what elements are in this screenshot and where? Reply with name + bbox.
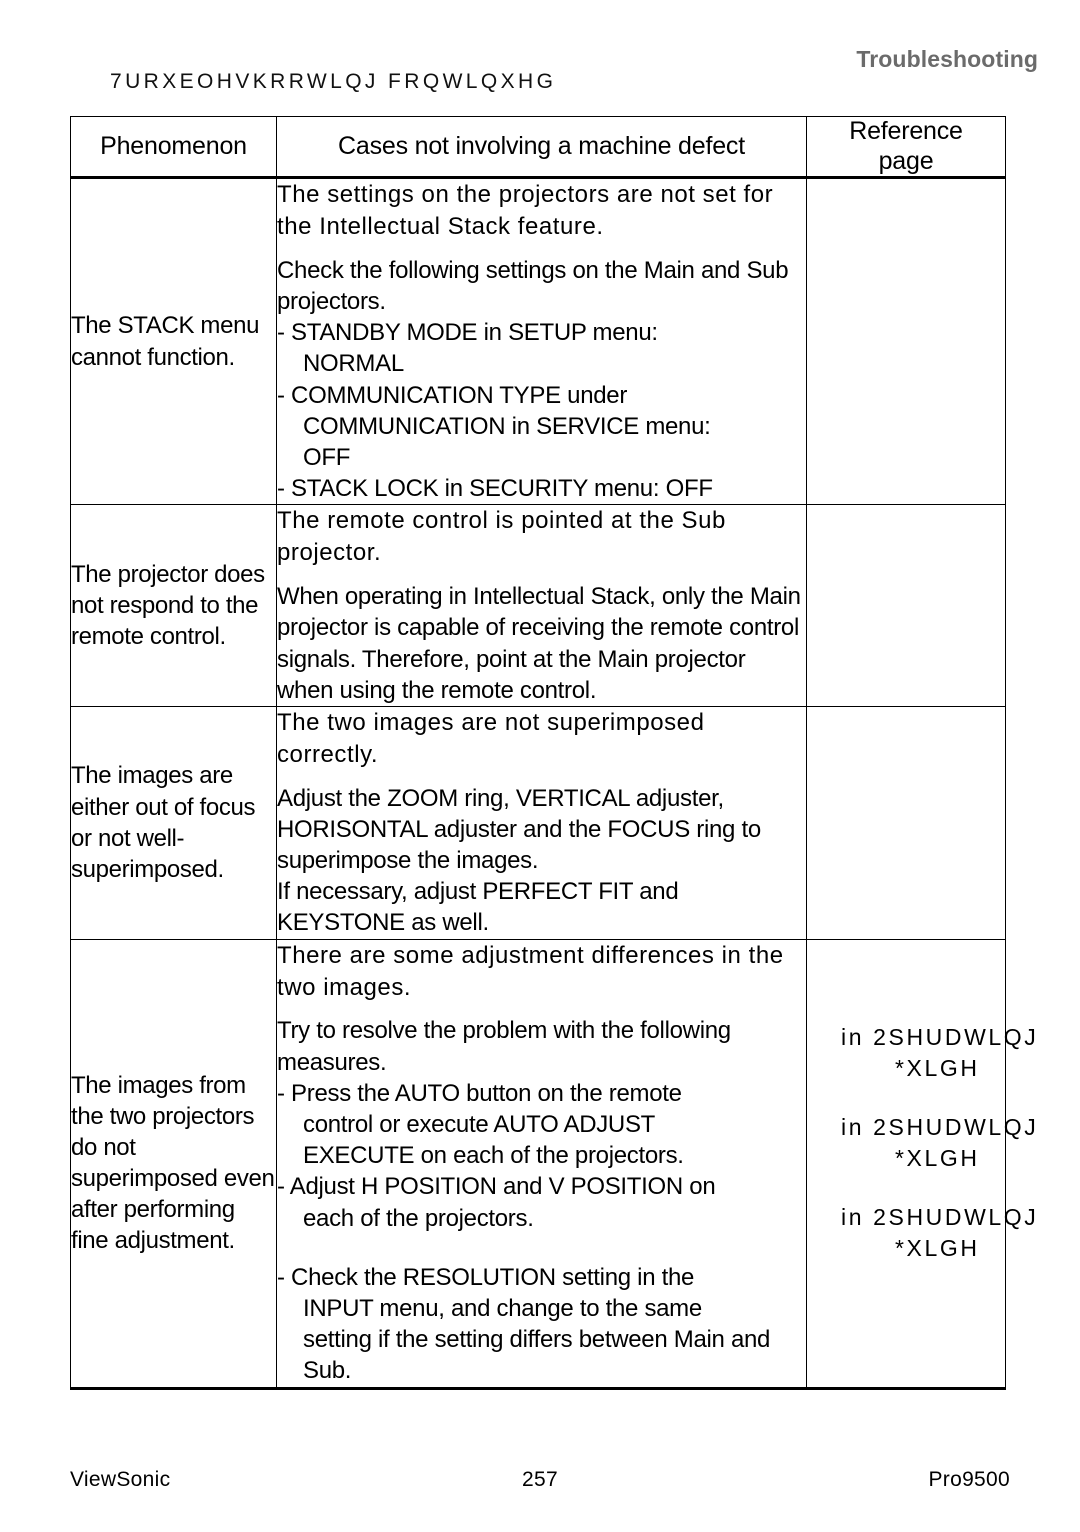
reference-code-2: *XLGH	[895, 1144, 980, 1171]
reference-page-cell	[806, 705, 1006, 940]
reference-page-entry: in 2SHUDWLQJ *XLGH	[841, 1022, 1038, 1085]
cases-lead-paragraph: The two images are not superimposed corr…	[277, 708, 705, 768]
cases-body-line: setting if the setting differs between M…	[303, 1326, 771, 1385]
table-row: The images from the two projectors do no…	[70, 938, 1036, 1390]
cases-body-line: NORMAL	[303, 350, 404, 378]
cases-body-line: - Check the RESOLUTION setting in the	[277, 1263, 695, 1291]
column-header-reference: Reference page	[806, 116, 1006, 179]
reference-prefix: in	[841, 1203, 865, 1230]
page-header-title: Troubleshooting	[856, 46, 1038, 72]
cases-body-line: - Press the AUTO button on the remote	[277, 1079, 682, 1107]
reference-prefix: in	[841, 1113, 865, 1140]
reference-page-cell: in 2SHUDWLQJ *XLGH in 2SHUDWLQJ *XLGH in…	[806, 938, 1036, 1390]
table-row: The images are either out of focus or no…	[70, 705, 1006, 940]
phenomenon-cell: The images are either out of focus or no…	[70, 705, 277, 940]
reference-prefix: in	[841, 1023, 865, 1050]
column-header-cases: Cases not involving a machine defect	[276, 116, 807, 179]
cases-body-line: - Adjust H POSITION and V POSITION on	[277, 1173, 716, 1201]
cases-body-line: EXECUTE on each of the projectors.	[303, 1142, 684, 1170]
column-header-phenomenon: Phenomenon	[70, 116, 277, 179]
phenomenon-cell: The STACK menu cannot function.	[70, 176, 277, 506]
cases-body-line: - COMMUNICATION TYPE under	[277, 381, 628, 409]
cases-body-line: COMMUNICATION in SERVICE menu:	[303, 412, 711, 440]
reference-code-2: *XLGH	[895, 1054, 980, 1081]
table-header-row: Phenomenon Cases not involving a machine…	[70, 116, 1006, 179]
cases-body-line: control or execute AUTO ADJUST	[303, 1111, 656, 1138]
table-row: The STACK menu cannot function. The sett…	[70, 176, 1006, 506]
table-row: The projector does not respond to the re…	[70, 504, 1006, 707]
phenomenon-cell: The images from the two projectors do no…	[70, 938, 277, 1390]
reference-code: 2SHUDWLQJ	[873, 1113, 1039, 1140]
reference-code-2: *XLGH	[895, 1234, 980, 1261]
troubleshooting-table: Phenomenon Cases not involving a machine…	[70, 116, 1036, 1390]
reference-code: 2SHUDWLQJ	[873, 1023, 1039, 1050]
cases-body-line: If necessary, adjust PERFECT FIT and KEY…	[277, 878, 679, 937]
cases-body-line: Try to resolve the problem with the foll…	[277, 1017, 731, 1076]
cases-body-line: each of the projectors.	[303, 1204, 534, 1232]
cases-lead-paragraph: The remote control is pointed at the Sub…	[277, 507, 726, 567]
reference-page-cell	[806, 504, 1006, 707]
phenomenon-cell: The projector does not respond to the re…	[70, 504, 277, 707]
cases-body-line: When operating in Intellectual Stack, on…	[277, 583, 801, 704]
cases-cell: The settings on the projectors are not s…	[276, 176, 807, 506]
table-header: Phenomenon Cases not involving a machine…	[70, 116, 1006, 179]
column-header-reference-line2: page	[878, 146, 934, 175]
reference-page-entry: in 2SHUDWLQJ *XLGH	[841, 1112, 1038, 1175]
reference-page-entry: in 2SHUDWLQJ *XLGH	[841, 1202, 1038, 1265]
cases-body-line: Adjust the ZOOM ring, VERTICAL adjuster,…	[277, 784, 761, 875]
page-footer: ViewSonic 257 Pro9500	[70, 1468, 1010, 1494]
table-body: The STACK menu cannot function. The sett…	[70, 176, 1036, 1390]
cases-lead-paragraph: There are some adjustment differences in…	[277, 941, 784, 1001]
cases-lead-paragraph: The settings on the projectors are not s…	[277, 181, 774, 240]
cases-cell: There are some adjustment differences in…	[276, 938, 807, 1390]
column-header-reference-line1: Reference	[849, 117, 963, 145]
cases-body-line: - STANDBY MODE in SETUP menu:	[277, 319, 658, 347]
footer-page-number: 257	[522, 1468, 558, 1491]
reference-code: 2SHUDWLQJ	[873, 1203, 1039, 1230]
footer-model: Pro9500	[928, 1468, 1010, 1491]
cases-body-line: - STACK LOCK in SECURITY menu: OFF	[277, 475, 713, 503]
reference-page-cell	[806, 176, 1006, 506]
cases-cell: The two images are not superimposed corr…	[276, 705, 807, 940]
page-subtitle: 7URXEOHVKRRWLQJ FRQWLQXHG	[110, 70, 557, 93]
cases-body-spacer	[277, 1234, 806, 1262]
cases-cell: The remote control is pointed at the Sub…	[276, 504, 807, 707]
cases-body-line: INPUT menu, and change to the same	[303, 1294, 702, 1322]
cases-body-line: Check the following settings on the Main…	[277, 256, 789, 315]
cases-body-line: OFF	[303, 443, 351, 471]
